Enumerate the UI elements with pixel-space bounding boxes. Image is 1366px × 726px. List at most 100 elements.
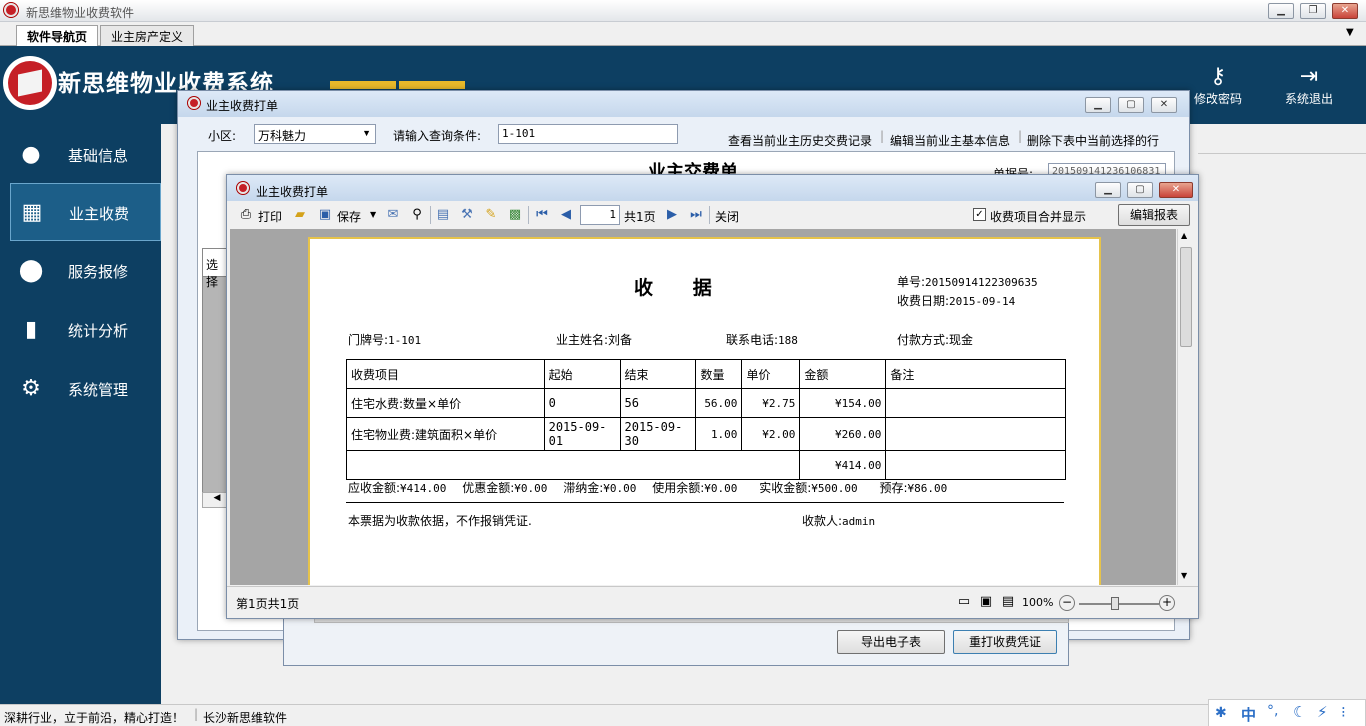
link-separator: |: [880, 129, 885, 143]
page-setup-icon[interactable]: ▤: [434, 207, 452, 223]
tab-navigation[interactable]: 软件导航页: [16, 25, 99, 47]
banner-accent-bar: [399, 81, 465, 89]
area-select[interactable]: 万科魅力 ▼: [254, 124, 376, 144]
table-cell: 56.00: [695, 388, 743, 418]
toolbar-separator: [430, 206, 431, 224]
delete-row-link[interactable]: 删除下表中当前选择的行: [1027, 132, 1159, 149]
query-label: 请输入查询条件:: [393, 129, 482, 143]
minimize-icon[interactable]: ▁: [1268, 3, 1294, 19]
receipt-date-value: 2015-09-14: [949, 295, 1016, 308]
receipt-date: 收费日期:2015-09-14: [897, 292, 1015, 309]
scroll-thumb[interactable]: [1180, 247, 1192, 347]
maximize-icon[interactable]: ▢: [1127, 182, 1153, 198]
toolbar-separator: [528, 206, 529, 224]
restore-icon[interactable]: ❐: [1300, 3, 1326, 19]
reprint-receipt-button[interactable]: 重打收费凭证: [953, 630, 1057, 654]
receipt-payment: 付款方式:现金: [897, 331, 973, 348]
merge-items-checkbox[interactable]: ✓: [973, 208, 986, 221]
print-button[interactable]: 打印: [258, 208, 282, 225]
preview-toolbar: ⎙ 打印 ▰ ▣ 保存 ▼ ✉ ⚲ ▤ ⚒ ✎ ▩ ⏮ ◀ 1 共1页 ▶ ⏭ …: [227, 202, 1198, 228]
receipt-payment-value: 现金: [949, 333, 974, 347]
edit-report-button[interactable]: 编辑报表: [1118, 204, 1190, 226]
calendar-icon: ▦: [21, 200, 43, 225]
sidebar-item-statistics[interactable]: ▮ 统计分析: [10, 301, 161, 359]
zoom-in-icon[interactable]: +: [1159, 595, 1175, 611]
paw-icon: ✱: [1215, 705, 1227, 721]
find-icon[interactable]: ⚲: [408, 207, 426, 223]
change-password-button[interactable]: ⚷ 修改密码: [1183, 64, 1253, 107]
close-icon[interactable]: ✕: [1332, 3, 1358, 19]
sidebar-item-owner-fee[interactable]: ▦ 业主收费: [10, 183, 161, 241]
user-icon: ●: [21, 142, 41, 167]
edit-icon[interactable]: ✎: [482, 207, 500, 223]
table-cell: [885, 450, 1066, 480]
printer-icon[interactable]: ⎙: [237, 207, 255, 223]
page-total: 共1页: [624, 210, 656, 224]
maximize-icon[interactable]: ▢: [1118, 97, 1144, 113]
query-input[interactable]: 1-101: [498, 124, 678, 144]
open-folder-icon[interactable]: ▰: [291, 207, 309, 223]
watermark-icon[interactable]: ▩: [506, 207, 524, 223]
column-header: 备注: [885, 359, 1066, 389]
tab-dropdown-icon[interactable]: ▼: [1346, 27, 1354, 38]
exit-button[interactable]: ⇥ 系统退出: [1274, 64, 1344, 107]
fit-width-icon[interactable]: ▣: [977, 594, 995, 610]
summary-value: ¥0.00: [514, 482, 548, 495]
first-page-icon[interactable]: ⏮: [533, 207, 551, 223]
dialog-title: 业主收费打单: [256, 185, 329, 199]
sidebar-item-basic-info[interactable]: ● 基础信息: [10, 126, 161, 184]
preview-vertical-scrollbar[interactable]: ▲ ▼: [1177, 229, 1193, 585]
tab-owner-property[interactable]: 业主房产定义: [100, 25, 195, 46]
save-icon[interactable]: ▣: [316, 207, 334, 223]
zoom-out-icon[interactable]: −: [1059, 595, 1075, 611]
gear-icon: ⚙: [21, 376, 41, 401]
table-cell: ¥154.00: [799, 388, 887, 418]
single-page-icon[interactable]: ▭: [955, 594, 973, 610]
receipt-no: 单号:20150914122309635: [897, 273, 1038, 290]
receipt-owner-label: 业主姓名:: [556, 333, 609, 347]
link-separator: |: [1018, 129, 1023, 143]
table-row: 住宅水费:数量×单价 0 56 56.00 ¥2.75 ¥154.00: [346, 388, 1066, 418]
sidebar-item-repair[interactable]: ⬤ 服务报修: [10, 242, 161, 300]
multi-page-icon[interactable]: ▤: [999, 594, 1017, 610]
zoom-slider-track[interactable]: [1079, 603, 1159, 605]
save-dropdown-icon[interactable]: ▼: [370, 210, 376, 219]
summary-label: 实收金额:: [759, 481, 812, 495]
scroll-down-icon[interactable]: ▼: [1181, 571, 1187, 580]
close-icon[interactable]: ✕: [1151, 97, 1177, 113]
zoom-slider-handle[interactable]: [1111, 597, 1119, 610]
minimize-icon[interactable]: ▁: [1085, 97, 1111, 113]
receipt-table: 收费项目 起始 结束 数量 单价 金额 备注 住宅水费:数量×单价 0 56 5…: [345, 359, 1066, 480]
scroll-up-icon[interactable]: ▲: [1181, 231, 1187, 240]
settings-icon[interactable]: ⚒: [458, 207, 476, 223]
table-cell: 2015-09-01: [543, 417, 621, 451]
last-page-icon[interactable]: ⏭: [687, 207, 705, 223]
edit-owner-info-link[interactable]: 编辑当前业主基本信息: [890, 132, 1010, 149]
table-header-row: 收费项目 起始 结束 数量 单价 金额 备注: [346, 359, 1066, 389]
page-number-input[interactable]: 1: [580, 205, 620, 225]
status-company: 长沙新思维软件: [203, 711, 288, 725]
close-icon[interactable]: ✕: [1159, 182, 1193, 198]
sidebar-item-label: 业主收费: [69, 205, 130, 223]
summary-label: 应收金额:: [348, 481, 401, 495]
prev-page-icon[interactable]: ◀: [557, 207, 575, 223]
email-icon[interactable]: ✉: [384, 207, 402, 223]
print-preview-dialog: 业主收费打单 ▁ ▢ ✕ ⎙ 打印 ▰ ▣ 保存 ▼ ✉ ⚲ ▤ ⚒ ✎ ▩ ⏮…: [226, 174, 1199, 619]
summary-value: ¥0.00: [603, 482, 637, 495]
sidebar-item-system[interactable]: ⚙ 系统管理: [10, 360, 161, 418]
minimize-icon[interactable]: ▁: [1095, 182, 1121, 198]
ime-toolbar[interactable]: ✱ 中 °, ☾ ⚡ ⁝: [1208, 699, 1366, 726]
content-divider: [1198, 140, 1366, 154]
column-header: 单价: [741, 359, 801, 389]
history-record-link[interactable]: 查看当前业主历史交费记录: [728, 132, 872, 149]
table-cell: 1.00: [695, 417, 743, 451]
column-header: 起始: [543, 359, 621, 389]
export-spreadsheet-button[interactable]: 导出电子表: [837, 630, 945, 654]
save-button[interactable]: 保存: [337, 208, 361, 225]
close-preview-button[interactable]: 关闭: [715, 208, 739, 225]
next-page-icon[interactable]: ▶: [663, 207, 681, 223]
summary-label: 滞纳金:: [563, 481, 604, 495]
page-info: 第1页共1页: [236, 597, 300, 611]
dialog-logo-icon: [237, 182, 249, 194]
cashier-value: admin: [842, 515, 876, 528]
